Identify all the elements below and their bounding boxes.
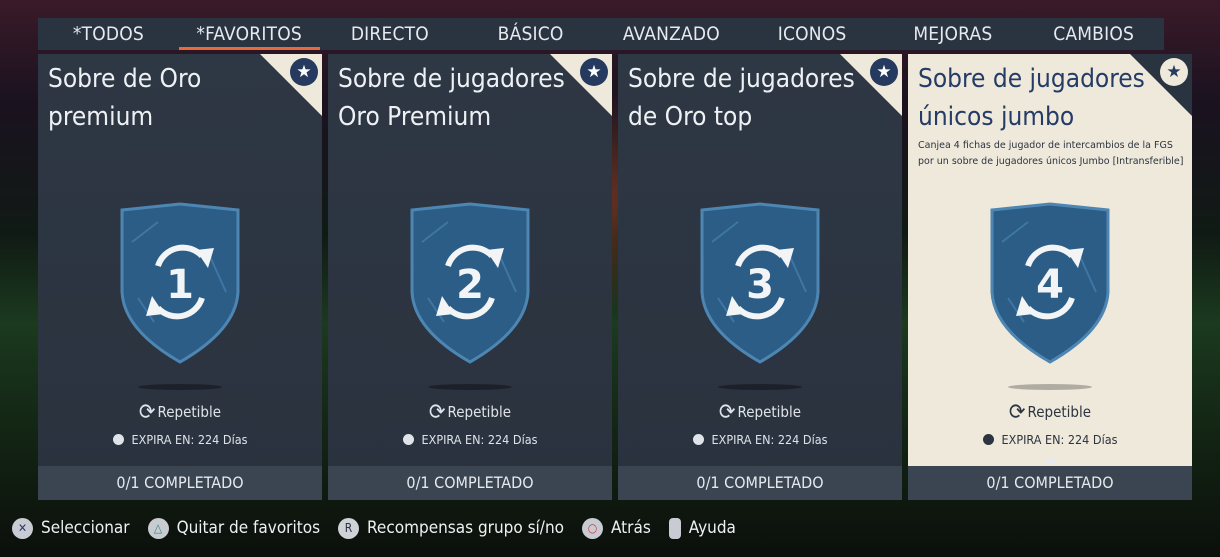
- repeatable-row: ⟳ Repetible: [38, 400, 322, 425]
- cross-button-icon: ✕: [12, 517, 33, 539]
- hint-select[interactable]: ✕ Seleccionar: [12, 517, 130, 539]
- card-description: Canjea 4 fichas de jugador de intercambi…: [918, 140, 1184, 167]
- tab-bar: *TODOS *FAVORITOS DIRECTO BÁSICO AVANZAD…: [38, 18, 1164, 50]
- timer-icon: [982, 434, 994, 445]
- star-icon[interactable]: ★: [870, 58, 898, 86]
- expiry-row: EXPIRA EN: 224 Días: [38, 432, 322, 447]
- repeat-icon: ⟳: [718, 400, 736, 425]
- repeatable-label: Repetible: [737, 403, 802, 421]
- timer-icon: [112, 434, 124, 445]
- progress-label: 0/1 COMPLETADO: [908, 466, 1192, 500]
- tab-favoritos[interactable]: *FAVORITOS: [178, 18, 320, 50]
- expiry-label: EXPIRA EN: 224 Días: [711, 432, 828, 447]
- hint-back-label: Atrás: [611, 518, 651, 538]
- tab-todos[interactable]: *TODOS: [38, 18, 179, 50]
- star-icon[interactable]: ★: [580, 58, 608, 86]
- objective-card-2[interactable]: Sobre de jugadores Oro Premium ★ 2 ⟳ Repe…: [328, 54, 612, 500]
- objective-card-4[interactable]: Sobre de jugadores únicos jumbo Canjea 4…: [908, 54, 1192, 500]
- hint-help-label: Ayuda: [688, 518, 736, 538]
- star-icon[interactable]: ★: [290, 58, 318, 86]
- triangle-button-icon: △: [147, 517, 169, 539]
- repeatable-row: ⟳ Repetible: [618, 400, 902, 425]
- repeatable-row: ⟳ Repetible: [328, 400, 612, 425]
- badge-shadow: [1008, 384, 1092, 390]
- badge-number: 3: [746, 262, 774, 308]
- tab-basico[interactable]: BÁSICO: [460, 18, 601, 50]
- touchpad-icon: [668, 517, 681, 539]
- progress-label: 0/1 COMPLETADO: [618, 466, 902, 500]
- badge-number: 1: [166, 262, 194, 308]
- expiry-label: EXPIRA EN: 224 Días: [1001, 432, 1118, 447]
- selection-caret-icon: [1045, 457, 1057, 464]
- controller-hints: ✕ Seleccionar △ Quitar de favoritos R Re…: [12, 514, 754, 542]
- tab-cambios[interactable]: CAMBIOS: [1023, 18, 1164, 50]
- shield-badge-icon: 2: [410, 202, 530, 364]
- repeatable-row: ⟳ Repetible: [908, 400, 1192, 425]
- hint-select-label: Seleccionar: [41, 518, 130, 538]
- hint-remove-favorite[interactable]: △ Quitar de favoritos: [147, 517, 321, 539]
- tab-avanzado[interactable]: AVANZADO: [601, 18, 742, 50]
- badge-shadow: [138, 384, 222, 390]
- repeatable-label: Repetible: [1027, 403, 1092, 421]
- badge-number: 4: [1036, 262, 1064, 308]
- star-icon[interactable]: ★: [1160, 58, 1188, 86]
- circle-button-icon: ○: [582, 517, 604, 539]
- tab-directo[interactable]: DIRECTO: [320, 18, 461, 50]
- timer-icon: [692, 434, 704, 445]
- objective-card-3[interactable]: Sobre de jugadores de Oro top ★ 3 ⟳ Repet…: [618, 54, 902, 500]
- timer-icon: [402, 434, 414, 445]
- repeatable-label: Repetible: [157, 403, 222, 421]
- hint-rewards-label: Recompensas grupo sí/no: [367, 518, 565, 538]
- repeat-icon: ⟳: [138, 400, 156, 425]
- repeat-icon: ⟳: [428, 400, 446, 425]
- badge-number: 2: [456, 262, 484, 308]
- progress-label: 0/1 COMPLETADO: [328, 466, 612, 500]
- shield-badge-icon: 3: [700, 202, 820, 364]
- hint-rewards[interactable]: R Recompensas grupo sí/no: [338, 517, 565, 539]
- objective-card-1[interactable]: Sobre de Oro premium ★ 1 ⟳ Repetible EXPI…: [38, 54, 322, 500]
- tab-iconos[interactable]: ICONOS: [742, 18, 883, 50]
- repeat-icon: ⟳: [1008, 400, 1026, 425]
- expiry-row: EXPIRA EN: 224 Días: [618, 432, 902, 447]
- badge-shadow: [428, 384, 512, 390]
- hint-back[interactable]: ○ Atrás: [582, 517, 651, 539]
- hint-help[interactable]: Ayuda: [668, 517, 736, 539]
- shield-badge-icon: 1: [120, 202, 240, 364]
- tab-mejoras[interactable]: MEJORAS: [883, 18, 1024, 50]
- repeatable-label: Repetible: [447, 403, 512, 421]
- expiry-label: EXPIRA EN: 224 Días: [421, 432, 538, 447]
- badge-shadow: [718, 384, 802, 390]
- expiry-label: EXPIRA EN: 224 Días: [131, 432, 248, 447]
- expiry-row: EXPIRA EN: 224 Días: [328, 432, 612, 447]
- progress-label: 0/1 COMPLETADO: [38, 466, 322, 500]
- hint-remove-favorite-label: Quitar de favoritos: [176, 518, 321, 538]
- expiry-row: EXPIRA EN: 224 Días: [908, 432, 1192, 447]
- shield-badge-icon: 4: [990, 202, 1110, 364]
- right-stick-icon: R: [338, 517, 360, 539]
